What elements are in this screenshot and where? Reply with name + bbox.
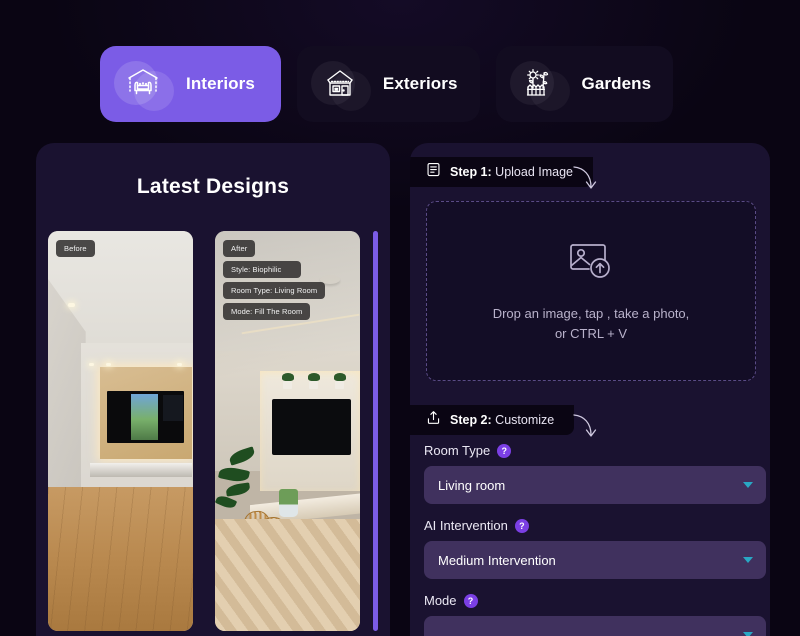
category-tabbar: Interiors Exteriors Gardens (100, 46, 674, 122)
help-icon-mode[interactable]: ? (463, 593, 478, 608)
workflow-panel: Step 1: Upload Image Drop an image, tap … (410, 143, 770, 636)
badge-style: Style: Biophilic (223, 261, 301, 278)
help-icon-ai-intervention[interactable]: ? (514, 518, 529, 533)
step1-title: Step 1: Upload Image (450, 165, 573, 179)
select-mode[interactable] (424, 616, 766, 636)
step2-header: Step 2: Customize (410, 405, 575, 435)
dropzone-text: Drop an image, tap , take a photo, or CT… (492, 306, 690, 341)
select-room-type[interactable]: Living room (424, 466, 766, 504)
step2-curved-arrow-icon (573, 414, 597, 437)
field-mode: Mode ? (424, 593, 766, 636)
select-ai-intervention-value: Medium Intervention (438, 552, 556, 568)
flowers-fence-icon (509, 55, 570, 113)
house-icon (310, 55, 371, 113)
design-card-before[interactable]: Before (48, 231, 193, 631)
image-upload-icon (567, 239, 615, 288)
latest-designs-panel: Latest Designs Before After Style: Bioph… (36, 143, 390, 636)
label-room-type-text: Room Type (424, 443, 491, 458)
customize-form: Room Type ? Living room AI Intervention … (424, 443, 766, 636)
field-room-type: Room Type ? Living room (424, 443, 766, 504)
tab-gardens[interactable]: Gardens (495, 46, 674, 122)
label-mode-text: Mode (424, 593, 457, 608)
card-badges: Before (56, 240, 95, 257)
badge-mode: Mode: Fill The Room (223, 303, 311, 320)
select-room-type-value: Living room (438, 477, 506, 493)
step1-header: Step 1: Upload Image (410, 157, 593, 187)
tab-interiors[interactable]: Interiors (100, 46, 281, 122)
app-root: Interiors Exteriors Gardens Latest Desig… (0, 0, 800, 636)
select-ai-intervention[interactable]: Medium Intervention (424, 541, 766, 579)
tab-label-gardens: Gardens (581, 74, 652, 93)
design-cards-list: Before After Style: Biophilic Room Type:… (48, 231, 360, 631)
image-dropzone[interactable]: Drop an image, tap , take a photo, or CT… (426, 201, 756, 381)
label-mode: Mode ? (424, 593, 766, 608)
tab-label-exteriors: Exteriors (382, 74, 458, 93)
badge-room-type: Room Type: Living Room (223, 282, 326, 299)
chevron-down-icon (743, 482, 753, 488)
tab-exteriors[interactable]: Exteriors (296, 46, 480, 122)
help-icon-room-type[interactable]: ? (497, 443, 512, 458)
step2-title: Step 2: Customize (450, 413, 555, 427)
tab-label-interiors: Interiors (186, 74, 255, 93)
card-badges: After Style: Biophilic Room Type: Living… (223, 240, 326, 320)
badge-before: Before (56, 240, 95, 257)
step1-curved-arrow-icon (573, 166, 597, 189)
designs-scrollbar-thumb[interactable] (373, 231, 378, 631)
page-title: Latest Designs (136, 175, 290, 198)
design-card-after[interactable]: After Style: Biophilic Room Type: Living… (215, 231, 360, 631)
label-ai-intervention: AI Intervention ? (424, 518, 766, 533)
label-room-type: Room Type ? (424, 443, 766, 458)
upload-tray-icon (426, 410, 441, 430)
document-lines-icon (426, 162, 441, 182)
badge-after: After (223, 240, 256, 257)
before-room-photo (48, 231, 193, 631)
label-ai-intervention-text: AI Intervention (424, 518, 508, 533)
armchair-icon (114, 55, 174, 113)
chevron-down-icon (743, 632, 753, 636)
field-ai-intervention: AI Intervention ? Medium Intervention (424, 518, 766, 579)
designs-scrollbar[interactable] (373, 231, 378, 631)
chevron-down-icon (743, 557, 753, 563)
